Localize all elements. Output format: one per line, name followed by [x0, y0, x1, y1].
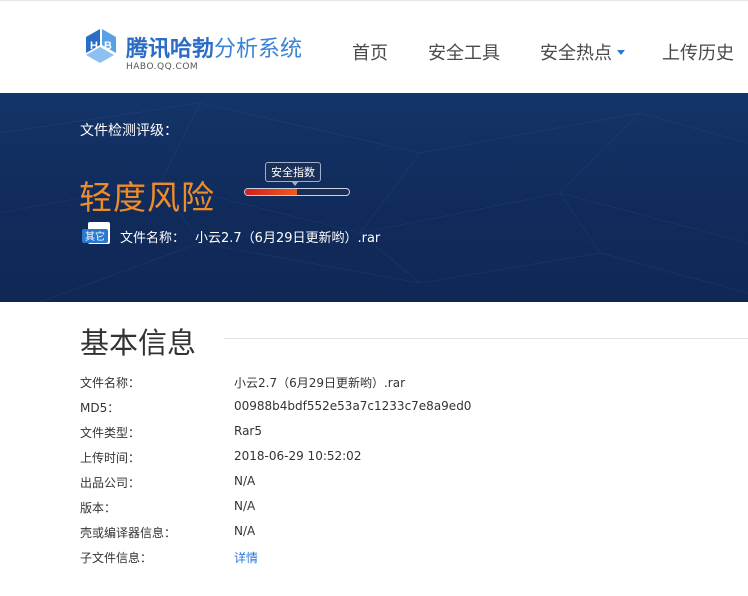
svg-text:B: B — [104, 40, 112, 52]
logo-text: 腾讯哈勃分析系统 — [126, 31, 302, 63]
nav-security-hotspots-label: 安全热点 — [540, 43, 612, 64]
section-divider — [224, 338, 748, 339]
file-type-other-label: 其它 — [85, 230, 105, 243]
nav-security-tools[interactable]: 安全工具 — [428, 39, 500, 65]
file-name-label: 文件名称： — [120, 231, 186, 246]
habo-logo[interactable]: H B 腾讯哈勃分析系统 HABO.QQ.COM — [82, 25, 322, 77]
habo-logo-icon: H B — [86, 29, 116, 63]
file-type-other-icon: 其它 — [82, 222, 110, 244]
basic-info-title: 基本信息 — [80, 326, 197, 360]
file-name-value: 小云2.7（6月29日更新哟）.rar — [195, 231, 381, 246]
info-label-version: 版本： — [80, 501, 117, 515]
info-value-version: N/A — [234, 499, 256, 513]
info-label-file-name: 文件名称： — [80, 376, 141, 390]
info-label-md5: MD5： — [80, 401, 120, 415]
info-label-packer: 壳或编译器信息： — [80, 526, 177, 540]
info-label-publisher: 出品公司： — [80, 476, 141, 490]
chevron-down-icon — [617, 49, 625, 55]
sub-files-details-link[interactable]: 详情 — [234, 549, 258, 566]
nav-security-hotspots[interactable]: 安全热点 — [540, 39, 625, 65]
top-header: H B 腾讯哈勃分析系统 HABO.QQ.COM 首页 安全工具 安全热点 上传… — [0, 0, 748, 94]
nav-home-label: 首页 — [352, 43, 388, 64]
logo-domain: HABO.QQ.COM — [126, 62, 199, 72]
svg-text:H: H — [90, 40, 98, 52]
security-index-fill — [245, 189, 297, 195]
info-label-upload-time: 上传时间： — [80, 451, 141, 465]
info-label-sub-files: 子文件信息： — [80, 551, 153, 565]
info-value-packer: N/A — [234, 524, 256, 538]
info-label-file-type: 文件类型： — [80, 426, 141, 440]
logo-name-strong: 腾讯哈勃 — [126, 37, 215, 62]
security-index-tooltip: 安全指数 — [265, 162, 321, 186]
detection-rating-banner: 文件检测评级： 轻度风险 安全指数 其它 文件名称： 小云2.7（6月29日更新… — [0, 93, 748, 302]
logo-name-light: 分析系统 — [214, 37, 303, 62]
security-index-meter — [244, 188, 350, 196]
nav-security-tools-label: 安全工具 — [428, 43, 500, 64]
info-value-md5: 00988b4bdf552e53a7c1233c7e8a9ed0 — [234, 399, 472, 413]
info-value-file-type: Rar5 — [234, 424, 262, 438]
nav-upload-history[interactable]: 上传历史 — [662, 39, 734, 65]
info-value-publisher: N/A — [234, 474, 256, 488]
nav-upload-history-label: 上传历史 — [662, 43, 734, 64]
info-value-upload-time: 2018-06-29 10:52:02 — [234, 449, 362, 463]
info-value-file-name: 小云2.7（6月29日更新哟）.rar — [234, 376, 406, 390]
risk-level: 轻度风险 — [79, 178, 215, 217]
nav-home[interactable]: 首页 — [352, 39, 388, 65]
rating-title: 文件检测评级： — [80, 123, 178, 139]
